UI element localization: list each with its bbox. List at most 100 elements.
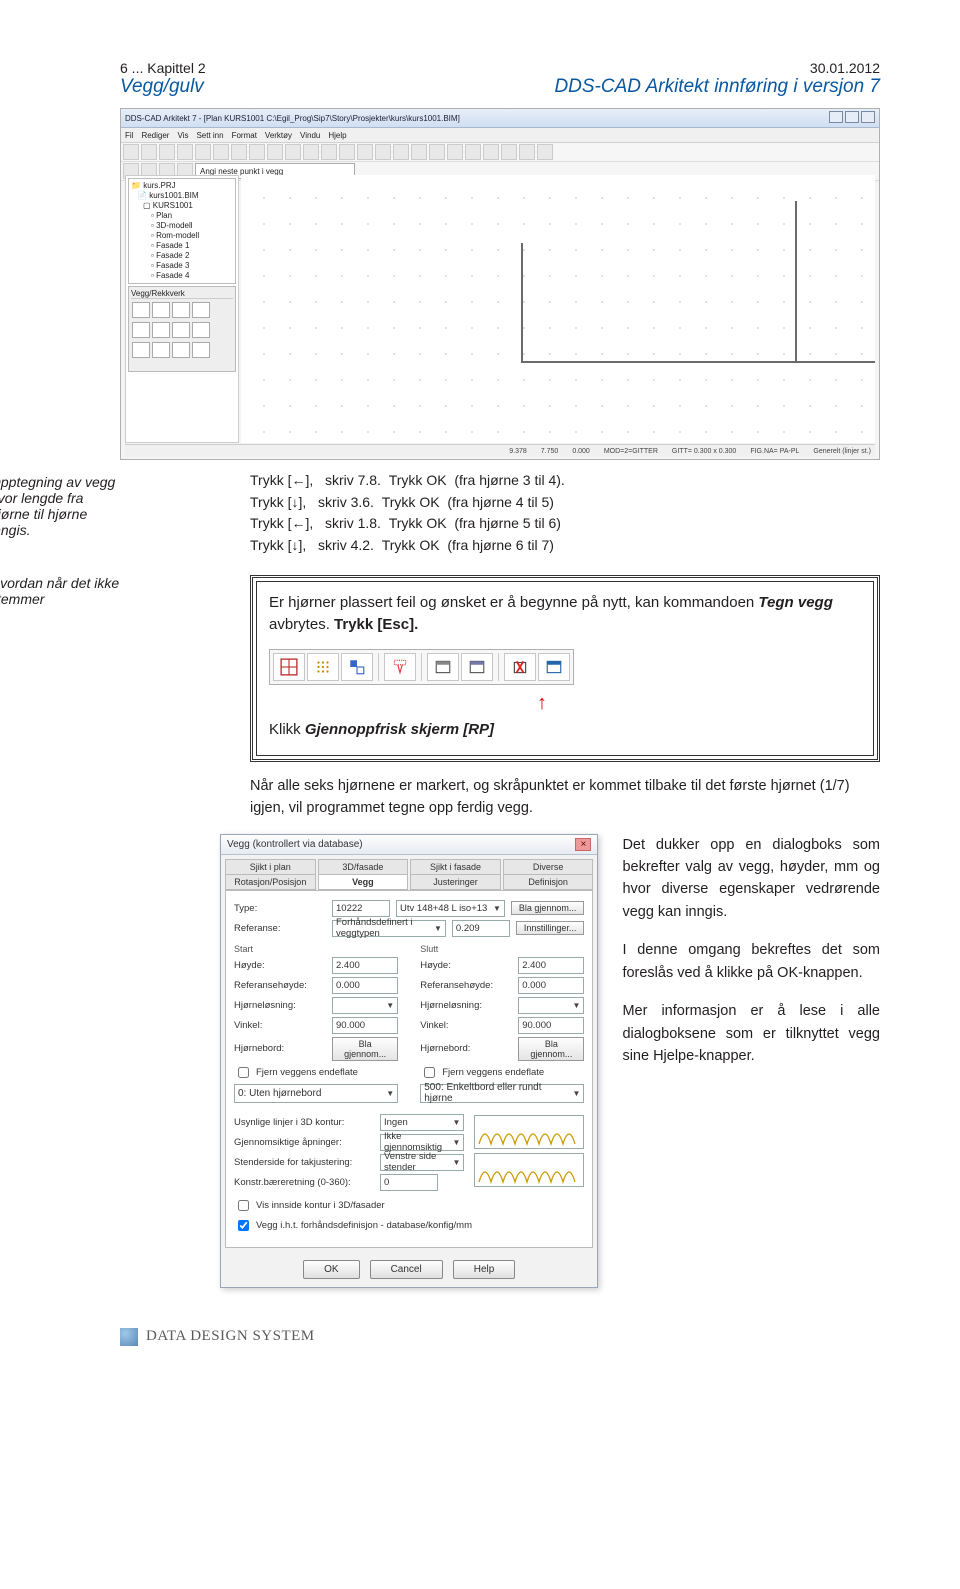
predef-check[interactable]: [238, 1220, 249, 1231]
side-p3: Mer informasjon er å lese i alle dialogb…: [622, 1000, 880, 1067]
invisible-lines-select[interactable]: Ingen▼: [380, 1114, 464, 1131]
palette-icon[interactable]: [152, 322, 170, 338]
field-label: Usynlige linjer i 3D kontur:: [234, 1117, 374, 1128]
tab[interactable]: 3D/fasade: [318, 859, 409, 874]
refresh-icon[interactable]: [538, 653, 570, 681]
palette-icon[interactable]: [192, 342, 210, 358]
palette-icon[interactable]: [172, 322, 190, 338]
tree-node[interactable]: ▫ 3D-modell: [131, 221, 233, 231]
delete-icon[interactable]: [504, 653, 536, 681]
tree-node[interactable]: ▫ Fasade 2: [131, 251, 233, 261]
tab[interactable]: Sjikt i plan: [225, 859, 316, 874]
tree-node[interactable]: 📄 kurs1001.BIM: [131, 191, 233, 201]
window-icon[interactable]: [427, 653, 459, 681]
cornerboard-button[interactable]: Bla gjennom...: [332, 1037, 398, 1061]
palette-icon[interactable]: [132, 302, 150, 318]
tree-node[interactable]: ▫ Plan: [131, 211, 233, 221]
ref-num-input[interactable]: 0.209: [452, 920, 510, 937]
type-desc-select[interactable]: Utv 148+48 L iso+13▼: [396, 900, 505, 917]
show-inside-check[interactable]: [238, 1200, 249, 1211]
palette-icon[interactable]: [172, 342, 190, 358]
menu-item[interactable]: Sett inn: [196, 131, 223, 140]
palette-icon[interactable]: [192, 322, 210, 338]
status-item: Generelt (linjer st.): [813, 448, 871, 455]
tab-row-2[interactable]: Rotasjon/Posisjon Vegg Justeringer Defin…: [221, 874, 597, 890]
settings-button[interactable]: Innstillinger...: [516, 921, 585, 935]
window2-icon[interactable]: [461, 653, 493, 681]
corner-type-select[interactable]: 500: Enkeltbord eller rundt hjørne▼: [420, 1084, 584, 1103]
window-controls[interactable]: [827, 111, 875, 125]
tab[interactable]: Diverse: [503, 859, 594, 874]
side-panel: 📁 kurs.PRJ 📄 kurs1001.BIM ▢ KURS1001 ▫ P…: [125, 175, 239, 443]
tip-paragraph-2: Klikk Gjennoppfrisk skjerm [RP]: [269, 719, 861, 741]
menu-item[interactable]: Fil: [125, 131, 133, 140]
menu-item[interactable]: Verktøy: [265, 131, 292, 140]
field-label: Hjørnebord:: [420, 1043, 512, 1054]
cancel-button[interactable]: Cancel: [370, 1260, 443, 1279]
refheight-input[interactable]: 0.000: [332, 977, 398, 994]
corner-select[interactable]: ▼: [332, 997, 398, 1014]
layer-icon[interactable]: [384, 653, 416, 681]
tab-row-1[interactable]: Sjikt i plan 3D/fasade Sjikt i fasade Di…: [221, 855, 597, 874]
refheight-input[interactable]: 0.000: [518, 977, 584, 994]
menu-item[interactable]: Rediger: [141, 131, 169, 140]
margin-caption-2: Hvordan når det ikke stemmer: [0, 575, 120, 607]
tree-node[interactable]: ▫ Fasade 3: [131, 261, 233, 271]
corner-type-select[interactable]: 0: Uten hjørnebord▼: [234, 1084, 398, 1103]
remove-endface-check[interactable]: [424, 1067, 435, 1078]
help-button[interactable]: Help: [453, 1260, 516, 1279]
remove-endface-check[interactable]: [238, 1067, 249, 1078]
toolbar-1[interactable]: [121, 143, 879, 162]
tree-node[interactable]: ▫ Fasade 4: [131, 271, 233, 281]
tree-node[interactable]: ▢ KURS1001: [131, 201, 233, 211]
tab[interactable]: Sjikt i fasade: [410, 859, 501, 874]
margin-caption-1: Opptegning av vegg hvor lengde fra hjørn…: [0, 474, 120, 538]
status-item: 9.378: [509, 448, 527, 455]
palette-icon[interactable]: [192, 302, 210, 318]
palette-icon[interactable]: [152, 302, 170, 318]
dots-icon[interactable]: [307, 653, 339, 681]
palette-icon[interactable]: [132, 322, 150, 338]
body-paragraph: Når alle seks hjørnene er markert, og sk…: [250, 776, 880, 820]
height-input[interactable]: 2.400: [332, 957, 398, 974]
tab[interactable]: Definisjon: [503, 874, 594, 890]
menu-bar[interactable]: Fil Rediger Vis Sett inn Format Verktøy …: [121, 128, 879, 143]
check-label: Vis innside kontur i 3D/fasader: [256, 1200, 385, 1211]
ok-button[interactable]: OK: [303, 1260, 359, 1279]
palette-icon[interactable]: [132, 342, 150, 358]
type-code-input[interactable]: 10222: [332, 900, 390, 917]
chapter-label: 6 ... Kapittel 2: [120, 60, 206, 76]
select-icon[interactable]: [341, 653, 373, 681]
tab[interactable]: Rotasjon/Posisjon: [225, 874, 316, 890]
ref-select[interactable]: Forhåndsdefinert i veggtypen▼: [332, 920, 446, 937]
palette-icon[interactable]: [172, 302, 190, 318]
check-label: Vegg i.h.t. forhåndsdefinisjon - databas…: [256, 1220, 472, 1231]
tree-node[interactable]: 📁 kurs.PRJ: [131, 181, 233, 191]
height-input[interactable]: 2.400: [518, 957, 584, 974]
menu-item[interactable]: Format: [232, 131, 257, 140]
grid-icon[interactable]: [273, 653, 305, 681]
stud-side-select[interactable]: Venstre side stender▼: [380, 1154, 464, 1171]
bearing-input[interactable]: 0: [380, 1174, 438, 1191]
canvas[interactable]: [241, 175, 875, 443]
palette-icon[interactable]: [152, 342, 170, 358]
tree-node[interactable]: ▫ Rom-modell: [131, 231, 233, 241]
project-tree[interactable]: 📁 kurs.PRJ 📄 kurs1001.BIM ▢ KURS1001 ▫ P…: [128, 178, 236, 284]
tab[interactable]: Justeringer: [410, 874, 501, 890]
tree-node[interactable]: ▫ Fasade 1: [131, 241, 233, 251]
transparent-select[interactable]: Ikke gjennomsiktig▼: [380, 1134, 464, 1151]
profile-preview: [474, 1153, 584, 1187]
menu-item[interactable]: Vis: [177, 131, 188, 140]
cornerboard-button[interactable]: Bla gjennom...: [518, 1037, 584, 1061]
menu-item[interactable]: Vindu: [300, 131, 320, 140]
status-item: GITT= 0.300 x 0.300: [672, 448, 736, 455]
vegg-palette[interactable]: Vegg/Rekkverk: [128, 286, 236, 372]
toolbar-snapshot: [269, 649, 574, 685]
angle-input[interactable]: 90.000: [332, 1017, 398, 1034]
angle-input[interactable]: 90.000: [518, 1017, 584, 1034]
tab-active[interactable]: Vegg: [318, 874, 409, 890]
corner-select[interactable]: ▼: [518, 997, 584, 1014]
menu-item[interactable]: Hjelp: [328, 131, 346, 140]
browse-button[interactable]: Bla gjennom...: [511, 901, 585, 915]
close-icon[interactable]: ×: [575, 838, 591, 851]
